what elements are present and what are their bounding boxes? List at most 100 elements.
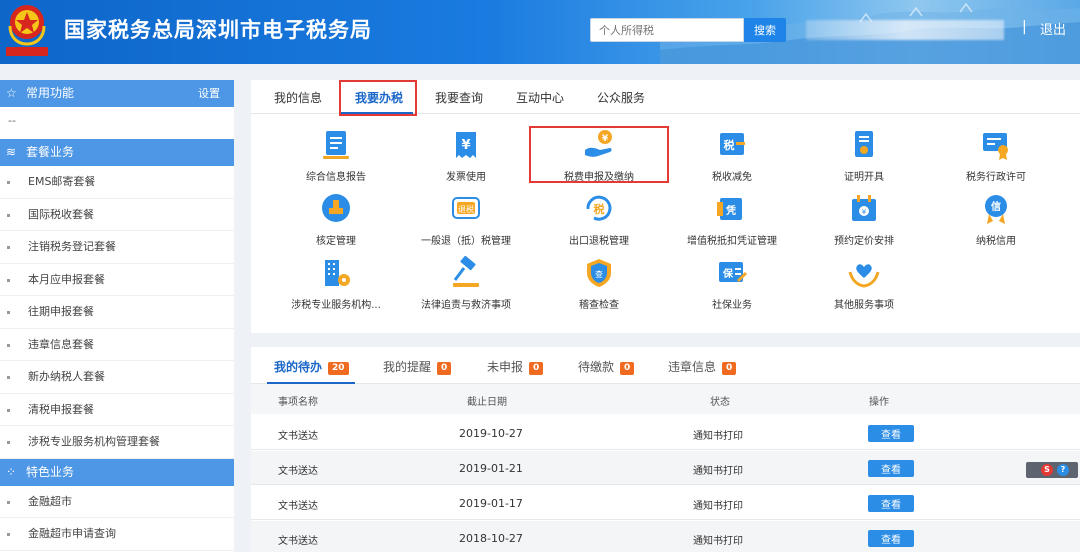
table-header: 事项名称 截止日期 状态 操作 (251, 384, 1080, 414)
svg-text:税: 税 (724, 138, 735, 152)
tab-my-todo[interactable]: 我的待办 20 (274, 358, 349, 375)
view-button[interactable]: 查看 (868, 495, 914, 512)
sidebar-header-label: 常用功能 (26, 86, 75, 100)
sidebar-item-monthly-filing[interactable]: 本月应申报套餐 (0, 264, 234, 296)
highlight-box-tab (339, 80, 417, 116)
voucher-icon: 凭 (717, 198, 742, 220)
service-export-refund[interactable]: 税 出口退税管理 (534, 192, 664, 247)
count-badge: 0 (529, 362, 544, 375)
deadline-cell: 2019-10-27 (459, 427, 523, 440)
column-item-name: 事项名称 (278, 397, 318, 408)
service-professional-agency[interactable]: 涉税专业服务机构... (271, 256, 401, 311)
table-row: 文书送达 2019-10-27 通知书打印 查看 (251, 416, 1080, 450)
column-action: 操作 (869, 397, 889, 408)
refund-icon: 退税 (452, 197, 480, 219)
task-tabs: 我的待办 20 我的提醒 0 未申报 0 待缴款 0 违章信息 0 (251, 347, 1080, 384)
sidebar-item-deregistration[interactable]: 注销税务登记套餐 (0, 231, 234, 264)
service-tax-relief[interactable]: 税 税收减免 (667, 128, 797, 183)
top-banner: 国家税务总局深圳市电子税务局 搜索 | 退出 (0, 0, 1080, 64)
service-refund[interactable]: 退税 一般退（抵）税管理 (401, 192, 531, 247)
tab-pending-payment[interactable]: 待缴款 0 (578, 358, 635, 375)
count-badge: 0 (437, 362, 452, 375)
shield-icon: 查 (587, 259, 611, 287)
service-invoice[interactable]: ¥ 发票使用 (401, 128, 531, 183)
item-name-cell: 文书送达 (278, 431, 318, 442)
service-other[interactable]: 其他服务事项 (799, 256, 929, 311)
service-audit[interactable]: 查 稽查检查 (534, 256, 664, 311)
sidebar-item-international-tax[interactable]: 国际税收套餐 (0, 199, 234, 231)
tab-interaction[interactable]: 互动中心 (516, 89, 564, 106)
sidebar-item-past-filing[interactable]: 往期申报套餐 (0, 296, 234, 329)
export-refund-icon: 税 (586, 195, 612, 221)
grid-icon: ⁘ (6, 464, 17, 479)
tab-unfiled[interactable]: 未申报 0 (487, 358, 544, 375)
service-license[interactable]: 税务行政许可 (931, 128, 1061, 183)
svg-text:¥: ¥ (461, 138, 470, 153)
sidebar-item-ems[interactable]: EMS邮寄套餐 (0, 166, 234, 199)
service-vat-voucher[interactable]: 凭 增值税抵扣凭证管理 (667, 192, 797, 247)
floating-toolbar[interactable]: S ? (1026, 462, 1078, 478)
status-cell: 通知书打印 (693, 466, 743, 477)
calendar-icon: ¥ (852, 195, 876, 221)
service-legal-remedy[interactable]: 法律追责与救济事项 (401, 255, 531, 311)
view-button[interactable]: 查看 (868, 460, 914, 477)
sidebar-item-new-taxpayer[interactable]: 新办纳税人套餐 (0, 361, 234, 394)
sidebar-header-common[interactable]: ☆ 常用功能 设置 (0, 80, 234, 107)
sidebar-item-finance-market[interactable]: 金融超市 (0, 486, 234, 518)
tab-public-service[interactable]: 公众服务 (597, 89, 645, 106)
service-tax-payment[interactable]: ¥ 税费申报及缴纳 (534, 128, 664, 183)
service-certificate[interactable]: 证明开具 (799, 128, 929, 183)
tax-relief-icon: 税 (720, 133, 745, 155)
service-social-security[interactable]: 保 社保业务 (667, 256, 797, 311)
count-badge: 20 (328, 362, 349, 375)
item-name-cell: 文书送达 (278, 536, 318, 547)
count-badge: 0 (620, 362, 635, 375)
sidebar-item-tax-clearance[interactable]: 清税申报套餐 (0, 394, 234, 426)
header-separator: | (1022, 19, 1027, 35)
view-button[interactable]: 查看 (868, 530, 914, 547)
service-report[interactable]: 综合信息报告 (271, 128, 401, 183)
help-icon[interactable]: ? (1057, 464, 1069, 476)
service-panel: 我的信息 我要办税 我要查询 互动中心 公众服务 综合信息报告 ¥ 发票使用 ¥… (251, 80, 1080, 333)
settings-link[interactable]: 设置 (198, 80, 220, 107)
gavel-icon (453, 255, 479, 287)
tab-violations[interactable]: 违章信息 0 (668, 358, 737, 375)
social-security-icon: 保 (719, 262, 747, 282)
tab-my-info[interactable]: 我的信息 (274, 89, 322, 106)
sidebar-header-label: 套餐业务 (26, 145, 75, 159)
service-assessment[interactable]: 核定管理 (271, 192, 401, 247)
task-panel: 我的待办 20 我的提醒 0 未申报 0 待缴款 0 违章信息 0 事项名称 截止日期 状… (251, 347, 1080, 552)
item-name-cell: 文书送达 (278, 466, 318, 477)
table-row: 文书送达 2018-10-27 通知书打印 查看 (251, 521, 1080, 552)
logout-link[interactable]: 退出 (1040, 19, 1066, 38)
svg-text:凭: 凭 (725, 204, 736, 217)
view-button[interactable]: 查看 (868, 425, 914, 442)
search-input[interactable] (590, 18, 744, 42)
tab-reminders[interactable]: 我的提醒 0 (383, 358, 452, 375)
report-icon (323, 131, 349, 159)
sidebar-header-special[interactable]: ⁘ 特色业务 (0, 458, 234, 486)
svg-text:退税: 退税 (458, 204, 474, 214)
deadline-cell: 2019-01-21 (459, 462, 523, 475)
heart-hands-icon (848, 264, 880, 288)
status-cell: 通知书打印 (693, 536, 743, 547)
service-tax-credit[interactable]: 信 纳税信用 (931, 192, 1061, 247)
sidebar-header-package[interactable]: ≋ 套餐业务 (0, 139, 234, 166)
table-row: 文书送达 2019-01-21 通知书打印 查看 (251, 451, 1080, 485)
svg-text:¥: ¥ (602, 134, 609, 144)
column-deadline: 截止日期 (467, 397, 507, 408)
sogou-input-icon[interactable]: S (1041, 464, 1053, 476)
tax-emblem-logo (6, 5, 48, 56)
svg-text:保: 保 (722, 267, 734, 280)
sidebar-item-agency-management[interactable]: 涉税专业服务机构管理套餐 (0, 426, 234, 459)
deadline-cell: 2018-10-27 (459, 532, 523, 545)
service-pricing-arrangement[interactable]: ¥ 预约定价安排 (799, 192, 929, 247)
tab-query[interactable]: 我要查询 (435, 89, 483, 106)
layers-icon: ≋ (6, 145, 17, 159)
tax-payment-icon: ¥ (585, 130, 612, 157)
common-empty-placeholder: -- (8, 114, 16, 127)
sidebar-item-violation[interactable]: 违章信息套餐 (0, 329, 234, 361)
search-button[interactable]: 搜索 (744, 18, 786, 42)
sidebar-item-finance-query[interactable]: 金融超市申请查询 (0, 518, 234, 551)
license-icon (983, 133, 1008, 160)
